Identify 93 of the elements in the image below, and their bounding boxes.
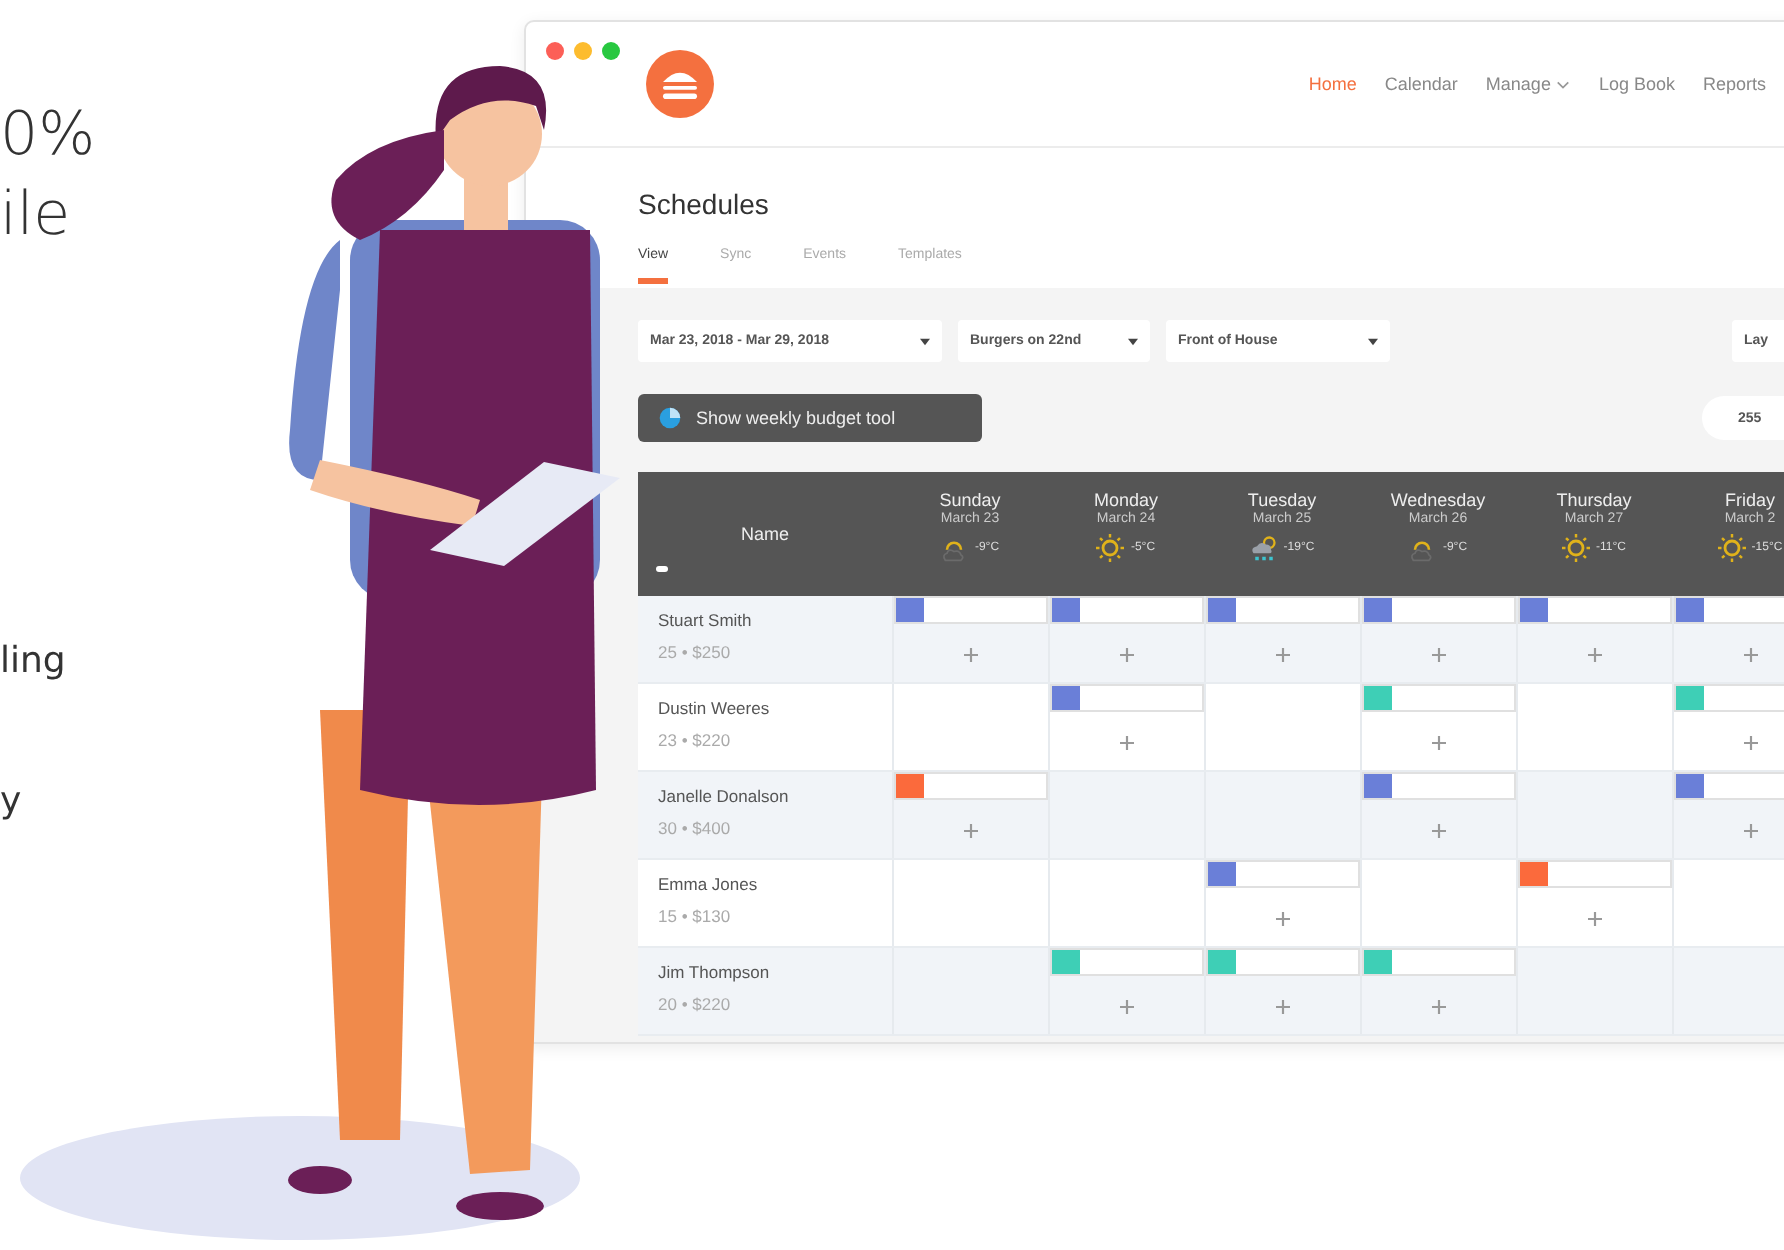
- add-icon[interactable]: [1120, 648, 1134, 662]
- employee-name: Dustin Weeres: [658, 698, 772, 718]
- schedule-cell[interactable]: [1204, 596, 1360, 682]
- employee-hours-cost: 20 • $220: [658, 994, 733, 1014]
- shift-bar[interactable]: [1050, 948, 1204, 976]
- shift-bar[interactable]: [1206, 948, 1360, 976]
- caret-icon: [1128, 337, 1138, 345]
- caret-icon: [920, 337, 930, 345]
- column-header: Name: [740, 524, 789, 544]
- schedule-cell[interactable]: [1672, 772, 1784, 858]
- day-name: Wednesday: [1390, 490, 1486, 510]
- body-text: ling: [0, 638, 68, 686]
- sun-icon: [1096, 534, 1125, 562]
- day-name: Thursday: [1556, 490, 1632, 510]
- sun-icon: [1562, 534, 1591, 562]
- shift-bar[interactable]: [1362, 772, 1516, 800]
- schedule-cell[interactable]: [1360, 684, 1516, 770]
- pie-chart-icon: [658, 406, 682, 430]
- employee-hours-cost: 15 • $130: [658, 906, 733, 926]
- day-name: Tuesday: [1247, 490, 1317, 510]
- rain-cloud-icon: [1249, 534, 1278, 562]
- add-icon[interactable]: [1432, 1000, 1446, 1014]
- shift-bar[interactable]: [1518, 860, 1672, 888]
- add-icon[interactable]: [964, 648, 978, 662]
- chevron-icon: [1556, 79, 1571, 89]
- add-icon[interactable]: [1588, 648, 1602, 662]
- add-icon[interactable]: [1744, 648, 1758, 662]
- day-name: Monday: [1093, 490, 1159, 510]
- schedule-cell[interactable]: [1516, 860, 1672, 946]
- add-icon[interactable]: [1744, 824, 1758, 838]
- shift-bar[interactable]: [894, 772, 1048, 800]
- shift-bar[interactable]: [1362, 684, 1516, 712]
- add-icon[interactable]: [1588, 912, 1602, 926]
- add-icon[interactable]: [1276, 648, 1290, 662]
- sort-icon[interactable]: [656, 566, 668, 572]
- body-text: y: [0, 778, 24, 826]
- shift-bar[interactable]: [1050, 596, 1204, 624]
- nav-link[interactable]: Reports: [1702, 74, 1766, 94]
- shift-bar[interactable]: [1362, 948, 1516, 976]
- shift-bar[interactable]: [1206, 596, 1360, 624]
- shift-bar[interactable]: [894, 596, 1048, 624]
- add-icon[interactable]: [1120, 736, 1134, 750]
- nav-link[interactable]: Log Book: [1598, 74, 1675, 94]
- shift-bar[interactable]: [1050, 684, 1204, 712]
- employee-name: Jim Thompson: [658, 962, 772, 982]
- employee-hours-cost: 30 • $400: [658, 818, 733, 838]
- add-icon[interactable]: [1120, 1000, 1134, 1014]
- nav-link[interactable]: Home: [1308, 74, 1357, 94]
- schedule-cell[interactable]: [1204, 860, 1360, 946]
- window-minimize-dot[interactable]: [574, 42, 592, 60]
- schedule-cell[interactable]: [1360, 596, 1516, 682]
- schedule-cell[interactable]: [1048, 596, 1204, 682]
- schedule-cell[interactable]: [1672, 596, 1784, 682]
- schedule-cell[interactable]: [1672, 684, 1784, 770]
- add-icon[interactable]: [1432, 824, 1446, 838]
- employee-hours-cost: 25 • $250: [658, 642, 733, 662]
- employee-name: Stuart Smith: [658, 610, 754, 630]
- schedule-cell[interactable]: [892, 772, 1048, 858]
- shift-bar[interactable]: [1674, 596, 1784, 624]
- schedule-cell[interactable]: [1048, 684, 1204, 770]
- headline-text: 0%: [0, 98, 98, 174]
- schedule-cell[interactable]: [1360, 772, 1516, 858]
- employee-name: Emma Jones: [658, 874, 760, 894]
- schedule-cell[interactable]: [1204, 948, 1360, 1034]
- employee-hours-cost: 23 • $220: [658, 730, 733, 750]
- schedule-cell[interactable]: [1048, 948, 1204, 1034]
- sun-icon: [1717, 534, 1746, 562]
- employee-name: Janelle Donalson: [658, 786, 791, 806]
- shift-bar[interactable]: [1674, 772, 1784, 800]
- shift-bar[interactable]: [1518, 596, 1672, 624]
- add-icon[interactable]: [1744, 736, 1758, 750]
- nav-link[interactable]: Calendar: [1384, 74, 1458, 94]
- burger-logo-icon: [646, 50, 714, 118]
- window-close-dot[interactable]: [546, 42, 564, 60]
- shift-bar[interactable]: [1206, 860, 1360, 888]
- schedule-cell[interactable]: [1516, 596, 1672, 682]
- window-zoom-dot[interactable]: [602, 42, 620, 60]
- shift-bar[interactable]: [1362, 596, 1516, 624]
- add-icon[interactable]: [964, 824, 978, 838]
- budget-tool-button[interactable]: Show weekly budget tool: [638, 394, 982, 442]
- schedule-cell[interactable]: [892, 596, 1048, 682]
- add-icon[interactable]: [1276, 1000, 1290, 1014]
- add-icon[interactable]: [1432, 736, 1446, 750]
- caret-icon: [1368, 337, 1378, 345]
- add-icon[interactable]: [1432, 648, 1446, 662]
- add-icon[interactable]: [1276, 912, 1290, 926]
- headline-text: ile: [0, 178, 73, 254]
- nav-link[interactable]: Manage: [1485, 74, 1571, 94]
- page-title: Schedules: [638, 188, 771, 220]
- schedule-cell[interactable]: [1360, 948, 1516, 1034]
- shift-bar[interactable]: [1674, 684, 1784, 712]
- day-name: Friday: [1724, 490, 1775, 510]
- day-name: Sunday: [939, 490, 1001, 510]
